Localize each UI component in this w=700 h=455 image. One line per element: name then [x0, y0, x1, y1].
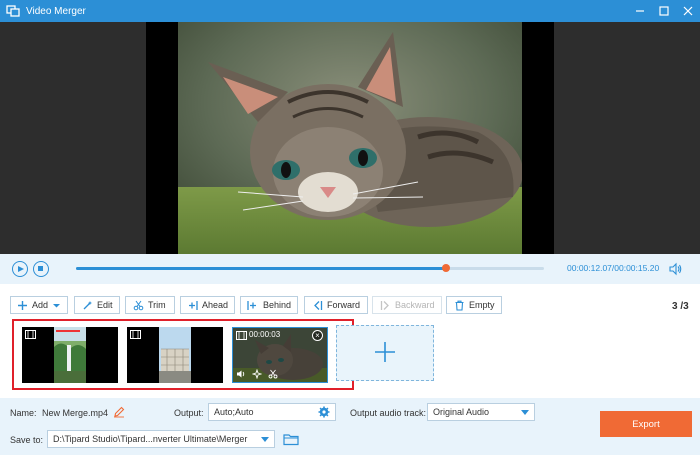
clip-1-thumbnail: [54, 327, 86, 383]
scissors-icon: [132, 299, 144, 311]
volume-icon[interactable]: [668, 262, 682, 276]
empty-button[interactable]: Empty: [446, 296, 502, 314]
chevron-down-icon: [261, 437, 269, 442]
behind-button[interactable]: Behind: [240, 296, 298, 314]
scissors-icon[interactable]: [268, 369, 278, 379]
video-preview: [0, 22, 700, 254]
clip-1[interactable]: [22, 327, 118, 383]
add-clip-button[interactable]: [336, 325, 434, 381]
kitten-video-frame: [178, 22, 522, 254]
clip-toolbar: Add Edit Trim Ahead Behind Forward Backw…: [0, 296, 700, 318]
trim-button[interactable]: Trim: [125, 296, 175, 314]
move-behind-icon: [247, 299, 259, 311]
backward-button[interactable]: Backward: [372, 296, 442, 314]
film-icon: [25, 330, 36, 339]
magic-wand-icon: [81, 299, 93, 311]
play-icon[interactable]: [12, 261, 28, 277]
save-path-value: D:\Tipard Studio\Tipard...nverter Ultima…: [53, 434, 248, 444]
edit-button[interactable]: Edit: [74, 296, 120, 314]
remove-clip-icon[interactable]: ×: [312, 330, 323, 341]
maximize-icon[interactable]: [658, 5, 670, 17]
edit-label: Edit: [97, 300, 113, 310]
audio-track-value: Original Audio: [433, 407, 490, 417]
output-format-value: Auto;Auto: [214, 407, 254, 417]
clip-list: 00:00:03 ×: [12, 319, 354, 390]
plus-icon: [374, 341, 396, 365]
folder-icon[interactable]: [283, 432, 299, 446]
app-logo-icon: [6, 4, 20, 18]
playback-bar: 00:00:12.07/00:00:15.20: [0, 254, 700, 284]
audio-track-label: Output audio track:: [350, 408, 427, 418]
plus-icon: [17, 299, 28, 311]
gear-icon[interactable]: [318, 406, 330, 418]
progress-handle[interactable]: [441, 264, 450, 272]
file-name: New Merge.mp4: [42, 408, 109, 418]
add-button[interactable]: Add: [10, 296, 68, 314]
move-ahead-icon: [187, 299, 198, 311]
backward-icon: [379, 299, 391, 311]
forward-icon: [311, 299, 323, 311]
progress-slider[interactable]: [76, 264, 544, 272]
audio-track-select[interactable]: Original Audio: [427, 403, 535, 421]
edit-name-pencil-icon[interactable]: [113, 406, 125, 418]
output-format-field[interactable]: Auto;Auto: [208, 403, 336, 421]
edit-effect-icon[interactable]: [251, 368, 263, 380]
behind-label: Behind: [262, 300, 291, 310]
trim-label: Trim: [148, 300, 166, 310]
title-bar: Video Merger: [0, 0, 700, 22]
ahead-label: Ahead: [202, 300, 229, 310]
forward-label: Forward: [327, 300, 361, 310]
volume-icon[interactable]: [236, 369, 246, 379]
current-time: 00:00:12.07: [567, 263, 612, 273]
forward-button[interactable]: Forward: [304, 296, 368, 314]
export-button[interactable]: Export: [600, 411, 692, 437]
add-label: Add: [32, 300, 49, 310]
minimize-icon[interactable]: [634, 5, 646, 17]
clip-tools: [236, 368, 278, 380]
save-path-select[interactable]: D:\Tipard Studio\Tipard...nverter Ultima…: [47, 430, 275, 448]
empty-label: Empty: [469, 300, 495, 310]
page-counter: 3 /3: [672, 301, 689, 312]
clip-3[interactable]: 00:00:03 ×: [232, 327, 328, 383]
name-label: Name:: [10, 408, 37, 418]
ahead-button[interactable]: Ahead: [180, 296, 235, 314]
trash-icon: [453, 299, 465, 311]
video-frame: [146, 22, 554, 254]
backward-label: Backward: [395, 300, 435, 310]
stop-icon[interactable]: [33, 261, 49, 277]
clip-2[interactable]: [127, 327, 223, 383]
chevron-down-icon: [521, 410, 529, 415]
film-icon: [236, 331, 247, 340]
clip-duration: 00:00:03: [249, 330, 281, 339]
save-to-label: Save to:: [10, 435, 44, 445]
time-readout: 00:00:12.07/00:00:15.20: [567, 263, 659, 273]
total-time: /00:00:15.20: [611, 263, 660, 273]
output-label: Output:: [174, 408, 204, 418]
close-icon[interactable]: [682, 5, 694, 17]
chevron-down-icon[interactable]: [52, 299, 61, 311]
progress-fill: [76, 267, 446, 270]
clip-2-thumbnail: [159, 327, 191, 383]
window-title: Video Merger: [26, 5, 86, 17]
film-icon: [130, 330, 141, 339]
